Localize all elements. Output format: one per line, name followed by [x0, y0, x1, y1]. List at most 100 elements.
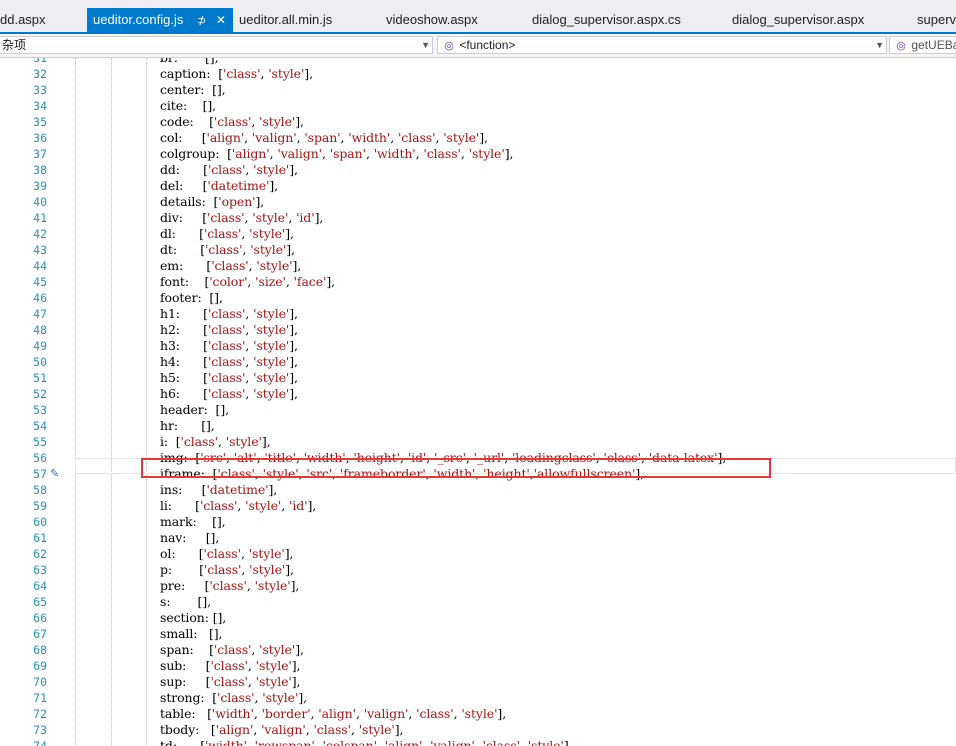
- line-number: 69: [33, 659, 47, 673]
- property-key: h1:: [160, 306, 204, 321]
- line-number: 37: [33, 147, 47, 161]
- line-number: 42: [33, 227, 47, 241]
- string-literal: 'span': [329, 146, 366, 161]
- code-text: div: ['class', 'style', 'id'],: [160, 210, 324, 225]
- cube-icon: ◎: [444, 40, 454, 52]
- string-literal: 'class': [313, 722, 351, 737]
- line-number: 72: [33, 707, 47, 721]
- string-literal: 'style': [225, 434, 262, 449]
- line-number: 41: [33, 211, 47, 225]
- property-key: pre:: [160, 578, 205, 593]
- code-line: 74 td: ['width', 'rowspan', 'colspan', 'a…: [0, 738, 956, 746]
- highlight-box: [141, 458, 771, 478]
- code-text: h6: ['class', 'style'],: [160, 386, 298, 401]
- tab-videoshow-aspx[interactable]: videoshow.aspx: [386, 8, 506, 32]
- code-text: font: ['color', 'size', 'face'],: [160, 274, 335, 289]
- code-line: 33 center: [],: [0, 82, 956, 98]
- string-literal: 'color': [209, 274, 248, 289]
- code-text: li: ['class', 'style', 'id'],: [160, 498, 317, 513]
- title-strip: [0, 0, 956, 8]
- property-key: i:: [160, 434, 176, 449]
- code-line: 64 pre: ['class', 'style'],: [0, 578, 956, 594]
- string-literal: 'style': [268, 66, 305, 81]
- tab-label: ueditor.config.js: [93, 12, 184, 27]
- scope-label: <function>: [459, 38, 516, 52]
- tab-supervisor-partial[interactable]: superv: [917, 8, 956, 32]
- line-number: 59: [33, 499, 47, 513]
- pin-icon[interactable]: ⊅: [197, 9, 206, 33]
- string-literal: 'style': [259, 114, 296, 129]
- string-literal: 'class': [416, 706, 454, 721]
- code-text: del: ['datetime'],: [160, 178, 279, 193]
- string-literal: 'align': [384, 738, 423, 746]
- property-key: section:: [160, 610, 213, 625]
- tab-label: ueditor.all.min.js: [239, 12, 333, 27]
- line-number: 51: [33, 371, 47, 385]
- string-literal: 'style': [253, 322, 290, 337]
- code-text: mark: [],: [160, 514, 226, 529]
- string-literal: 'class': [207, 210, 245, 225]
- code-line: 59 li: ['class', 'style', 'id'],: [0, 498, 956, 514]
- property-key: hr:: [160, 418, 202, 433]
- code-line: 67 small: [],: [0, 626, 956, 642]
- line-number: 33: [33, 83, 47, 97]
- code-text: dl: ['class', 'style'],: [160, 226, 294, 241]
- string-literal: 'valign': [363, 706, 409, 721]
- member-label: getUEBa: [911, 38, 956, 52]
- line-number: 40: [33, 195, 47, 209]
- string-literal: 'class': [207, 162, 246, 177]
- line-number: 58: [33, 483, 47, 497]
- string-literal: 'style': [253, 370, 290, 385]
- code-text: strong: ['class', 'style'],: [160, 690, 307, 705]
- code-line: 45 font: ['color', 'size', 'face'],: [0, 274, 956, 290]
- code-text: td: ['width', 'rowspan', 'colspan', 'ali…: [160, 738, 573, 746]
- line-number: 52: [33, 387, 47, 401]
- string-literal: 'style': [253, 354, 290, 369]
- tab-ueditor-all-min-js[interactable]: ueditor.all.min.js: [239, 8, 369, 32]
- pencil-icon: ✎: [50, 467, 60, 480]
- line-number: 38: [33, 163, 47, 177]
- tab-dialog-supervisor-aspx-cs[interactable]: dialog_supervisor.aspx.cs: [532, 8, 712, 32]
- tab-label: dialog_supervisor.aspx.cs: [532, 12, 681, 27]
- code-editor[interactable]: 31br: [],32caption: ['class', 'style'],3…: [0, 58, 956, 746]
- property-key: dd:: [160, 162, 204, 177]
- property-key: dt:: [160, 242, 201, 257]
- property-key: li:: [160, 498, 196, 513]
- string-literal: 'style': [527, 738, 564, 746]
- line-number: 54: [33, 419, 47, 433]
- scope-dropdown[interactable]: ◎ <function> ▼: [437, 36, 887, 54]
- line-number: 36: [33, 131, 47, 145]
- line-number: 66: [33, 611, 47, 625]
- string-literal: 'datetime': [206, 482, 269, 497]
- string-literal: 'valign': [277, 146, 322, 161]
- string-literal: 'style': [443, 130, 480, 145]
- chevron-down-icon: ▼: [875, 40, 884, 50]
- code-text: sup: ['class', 'style'],: [160, 674, 301, 689]
- code-line: 44 em: ['class', 'style'],: [0, 258, 956, 274]
- tab-dd-aspx[interactable]: dd.aspx: [0, 8, 84, 32]
- code-line: 32 caption: ['class', 'style'],: [0, 66, 956, 82]
- tab-ueditor-config-js[interactable]: ueditor.config.js ⊅ ✕: [87, 8, 233, 32]
- string-literal: 'class': [213, 642, 252, 657]
- string-literal: 'style': [255, 658, 292, 673]
- tab-dialog-supervisor-aspx[interactable]: dialog_supervisor.aspx: [732, 8, 892, 32]
- member-dropdown[interactable]: ◎ getUEBa: [889, 36, 956, 54]
- string-literal: 'class': [199, 498, 238, 513]
- close-icon[interactable]: ✕: [216, 8, 226, 32]
- line-number: 62: [33, 547, 47, 561]
- string-literal: 'style': [253, 386, 290, 401]
- property-key: caption:: [160, 66, 219, 81]
- line-number: 65: [33, 595, 47, 609]
- code-line: 69 sub: ['class', 'style'],: [0, 658, 956, 674]
- property-key: col:: [160, 130, 202, 145]
- property-key: font:: [160, 274, 205, 289]
- code-text: s: [],: [160, 594, 211, 609]
- line-number: 56: [33, 451, 47, 465]
- string-literal: 'width': [373, 146, 416, 161]
- code-text: h2: ['class', 'style'],: [160, 322, 298, 337]
- string-literal: 'align': [318, 706, 356, 721]
- line-number: 55: [33, 435, 47, 449]
- project-dropdown[interactable]: 杂项 ▼: [0, 36, 433, 54]
- tab-label: dd.aspx: [0, 12, 46, 27]
- property-key: ins:: [160, 482, 202, 497]
